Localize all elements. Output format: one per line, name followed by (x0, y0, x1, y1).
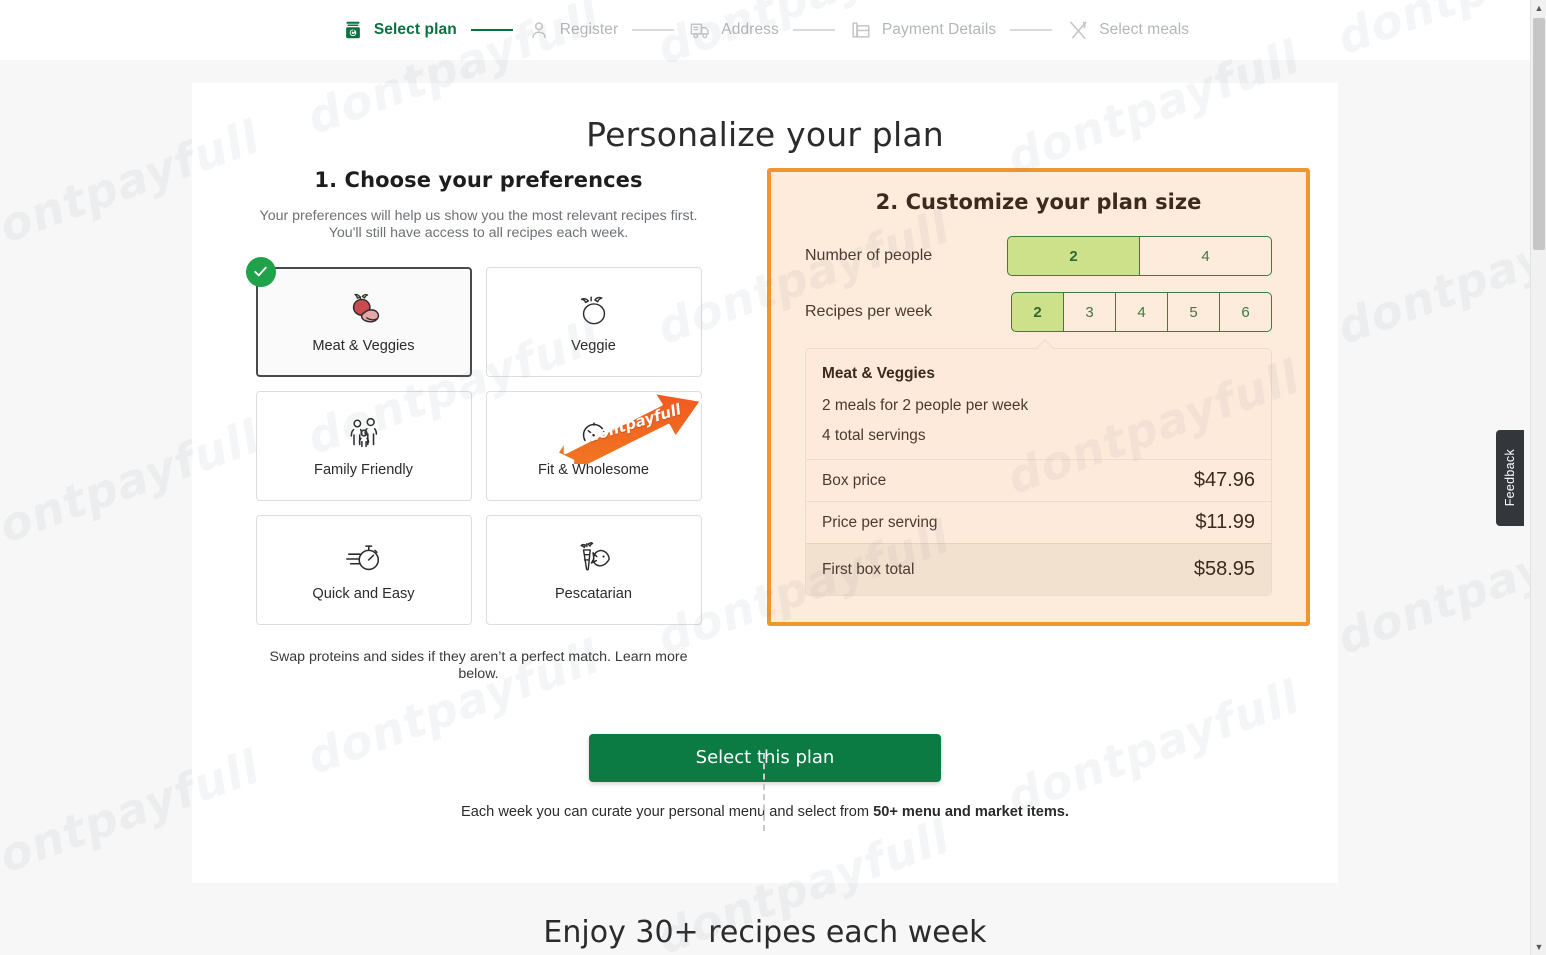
stepper-step-address[interactable]: Address (688, 18, 779, 42)
plan-size-panel: 2. Customize your plan size Number of pe… (767, 168, 1310, 626)
plan-size-heading: 2. Customize your plan size (875, 190, 1202, 214)
preference-label: Quick and Easy (312, 585, 415, 602)
stepper-connector-2 (632, 29, 675, 31)
stepper-label-address: Address (721, 21, 779, 38)
preference-card-fit-and-wholesome[interactable]: Fit & Wholesome (485, 390, 702, 501)
cta-note-prefix: Each week you can curate your personal m… (461, 804, 874, 821)
preference-card-pescatarian[interactable]: Pescatarian (485, 514, 702, 625)
preference-label: Family Friendly (314, 461, 413, 478)
stepper-list: Select plan Register Address Payment Det… (341, 18, 1189, 42)
cta-note: Each week you can curate your personal m… (192, 804, 1338, 820)
check-icon (245, 256, 276, 287)
cta-section: Select this plan Each week you can curat… (192, 734, 1338, 820)
recipes-option-2[interactable]: 2 (1011, 292, 1064, 332)
recipes-option-5[interactable]: 5 (1167, 292, 1220, 332)
scrollbar-thumb[interactable] (1533, 18, 1545, 250)
recipes-per-week-label: Recipes per week (805, 303, 933, 320)
truck-icon (688, 18, 712, 42)
preference-card-veggie[interactable]: Veggie (485, 266, 702, 377)
price-row-first-box-total: First box total $58.95 (806, 543, 1271, 595)
price-value: $47.96 (1193, 469, 1255, 491)
stopwatch-speed-icon (343, 538, 385, 578)
plan-size-column: 2. Customize your plan size Number of pe… (765, 168, 1338, 684)
recipes-option-3[interactable]: 3 (1063, 292, 1116, 332)
stepper-label-register: Register (559, 21, 619, 38)
app-root: Select plan Register Address Payment Det… (0, 0, 1546, 955)
recipes-option-4[interactable]: 4 (1115, 292, 1168, 332)
preference-label: Meat & Veggies (312, 337, 415, 354)
people-option-4[interactable]: 4 (1139, 236, 1272, 276)
price-value: $58.95 (1193, 558, 1255, 580)
price-label: First box total (822, 560, 915, 578)
cta-note-bold: 50+ menu and market items. (873, 804, 1069, 821)
cutlery-icon (1066, 18, 1090, 42)
preferences-column: 1. Choose your preferences Your preferen… (192, 168, 765, 684)
gauge-icon (575, 414, 613, 454)
preference-label: Pescatarian (554, 585, 633, 602)
meal-box-icon (341, 18, 365, 42)
scroll-down-arrow-icon[interactable]: ▼ (1531, 939, 1546, 955)
recipes-per-week-selector[interactable]: 2 3 4 5 6 (1011, 292, 1272, 332)
stepper-label-payment-details: Payment Details (881, 21, 997, 38)
preferences-grid: Meat & Veggies Veggie Family Friendly Fi… (208, 256, 749, 625)
plan-columns: 1. Choose your preferences Your preferen… (192, 168, 1338, 831)
stepper-connector-3 (792, 29, 835, 31)
price-label: Price per serving (822, 513, 938, 531)
swap-note: Swap proteins and sides if they aren’t a… (269, 648, 688, 683)
price-value: $11.99 (1195, 511, 1255, 533)
people-option-2[interactable]: 2 (1007, 236, 1140, 276)
scroll-up-arrow-icon[interactable]: ▲ (1531, 0, 1546, 16)
number-of-people-label: Number of people (805, 247, 933, 264)
column-divider (763, 753, 765, 831)
checkout-stepper: Select plan Register Address Payment Det… (0, 0, 1530, 60)
stepper-step-select-meals[interactable]: Select meals (1066, 18, 1189, 42)
stepper-connector-1 (470, 29, 513, 31)
user-icon (527, 18, 551, 42)
price-row-box-price: Box price $47.96 (806, 459, 1271, 501)
stepper-label-select-meals: Select meals (1099, 21, 1190, 38)
stepper-step-select-plan[interactable]: Select plan (341, 18, 457, 42)
meat-and-tomato-icon (342, 290, 386, 330)
stepper-step-payment-details[interactable]: Payment Details (849, 18, 996, 42)
preference-label: Fit & Wholesome (537, 461, 650, 478)
number-of-people-selector[interactable]: 2 4 (1007, 236, 1272, 276)
preference-card-family-friendly[interactable]: Family Friendly (255, 390, 472, 501)
preference-label: Veggie (571, 337, 616, 354)
price-row-price-per-serving: Price per serving $11.99 (806, 501, 1271, 543)
watermark: dontpayfull (1330, 199, 1546, 355)
summary-servings-line: 4 total servings (822, 427, 926, 444)
family-people-icon (343, 414, 385, 454)
preferences-subtext: Your preferences will help us show you t… (259, 208, 698, 242)
price-label: Box price (822, 471, 887, 489)
below-card-title: Enjoy 30+ recipes each week (543, 915, 987, 950)
watermark: dontpayfull (1330, 509, 1546, 665)
recipes-option-6[interactable]: 6 (1219, 292, 1272, 332)
plan-summary-card: Meat & Veggies 2 meals for 2 people per … (805, 339, 1272, 596)
feedback-label: Feedback (1503, 449, 1517, 507)
tomato-outline-icon (575, 290, 613, 330)
preference-card-meat-and-veggies[interactable]: Meat & Veggies (245, 256, 472, 377)
stepper-label-select-plan: Select plan (373, 21, 457, 38)
stepper-connector-4 (1010, 29, 1053, 31)
recipes-per-week-row: Recipes per week 2 3 4 5 6 (805, 292, 1272, 332)
summary-plan-name: Meat & Veggies (822, 365, 935, 382)
select-this-plan-button[interactable]: Select this plan (589, 734, 941, 783)
personalize-plan-card: Personalize your plan 1. Choose your pre… (192, 83, 1338, 883)
carrot-and-fish-icon (573, 538, 615, 578)
feedback-tab[interactable]: Feedback (1496, 430, 1524, 526)
page-title: Personalize your plan (586, 115, 944, 154)
summary-meals-line: 2 meals for 2 people per week (822, 397, 1029, 414)
card-icon (849, 18, 873, 42)
number-of-people-row: Number of people 2 4 (805, 236, 1272, 276)
stepper-step-register[interactable]: Register (527, 18, 619, 42)
page-scrollbar[interactable]: ▲ ▼ (1530, 0, 1546, 955)
preference-card-quick-and-easy[interactable]: Quick and Easy (255, 514, 472, 625)
preferences-heading: 1. Choose your preferences (314, 168, 643, 192)
summary-details: Meat & Veggies 2 meals for 2 people per … (806, 349, 1271, 459)
